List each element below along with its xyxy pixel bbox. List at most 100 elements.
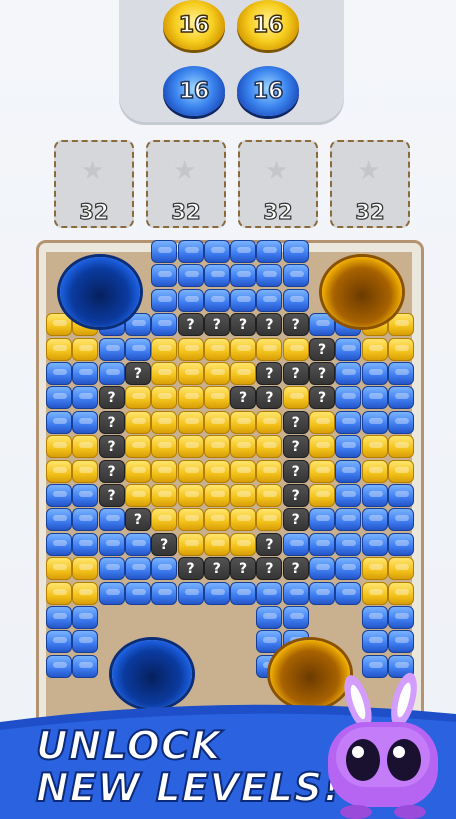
blue-block[interactable]: [151, 557, 178, 581]
mystery-block[interactable]: ?: [177, 557, 204, 581]
blue-block[interactable]: [335, 410, 362, 434]
blue-block[interactable]: [387, 630, 414, 654]
blue-block[interactable]: [98, 557, 125, 581]
blue-block[interactable]: [335, 362, 362, 385]
yellow-block[interactable]: [387, 337, 414, 361]
blue-block[interactable]: [387, 484, 414, 507]
yellow-block[interactable]: [177, 410, 204, 434]
yellow-block[interactable]: [177, 337, 204, 361]
blue-block[interactable]: [361, 630, 388, 654]
mystery-block[interactable]: ?: [151, 532, 178, 556]
blue-block[interactable]: [177, 240, 204, 263]
blue-block[interactable]: [282, 532, 309, 556]
empty-slot-4[interactable]: ★ 32: [330, 140, 410, 228]
mystery-block[interactable]: ?: [309, 337, 335, 361]
yellow-block[interactable]: [230, 484, 257, 507]
blue-block[interactable]: [72, 386, 99, 410]
yellow-block[interactable]: [177, 532, 204, 556]
yellow-block[interactable]: [230, 532, 257, 556]
blue-block[interactable]: [203, 288, 230, 312]
blue-block[interactable]: [309, 532, 335, 556]
mystery-block[interactable]: ?: [309, 362, 335, 385]
yellow-block[interactable]: [46, 435, 72, 459]
blue-block[interactable]: [335, 386, 362, 410]
blue-block[interactable]: [282, 240, 309, 263]
blue-block[interactable]: [98, 337, 125, 361]
yellow-block[interactable]: [387, 313, 414, 337]
yellow-block[interactable]: [203, 410, 230, 434]
blue-block[interactable]: [361, 362, 388, 385]
mystery-block[interactable]: ?: [203, 313, 230, 337]
blue-block[interactable]: [282, 606, 309, 629]
yellow-block[interactable]: [361, 557, 388, 581]
blue-block[interactable]: [335, 532, 362, 556]
yellow-block[interactable]: [203, 532, 230, 556]
blue-block[interactable]: [309, 508, 335, 532]
yellow-block[interactable]: [230, 435, 257, 459]
empty-slot-2[interactable]: ★ 32: [146, 140, 226, 228]
blue-block[interactable]: [46, 606, 72, 629]
mystery-block[interactable]: ?: [230, 386, 257, 410]
yellow-block[interactable]: [124, 459, 151, 483]
blue-block[interactable]: [203, 581, 230, 605]
yellow-block[interactable]: [361, 337, 388, 361]
yellow-block[interactable]: [256, 410, 283, 434]
yellow-block[interactable]: [361, 581, 388, 605]
blue-block[interactable]: [124, 557, 151, 581]
blue-block[interactable]: [46, 386, 72, 410]
yellow-block[interactable]: [46, 313, 72, 337]
blue-block[interactable]: [335, 337, 362, 361]
mystery-block[interactable]: ?: [282, 459, 309, 483]
yellow-block[interactable]: [177, 386, 204, 410]
yellow-block[interactable]: [361, 459, 388, 483]
yellow-block[interactable]: [230, 337, 257, 361]
mystery-block[interactable]: ?: [230, 313, 257, 337]
blue-block[interactable]: [98, 532, 125, 556]
blue-block[interactable]: [46, 484, 72, 507]
blue-block[interactable]: [256, 240, 283, 263]
yellow-block[interactable]: [309, 459, 335, 483]
blue-block[interactable]: [387, 386, 414, 410]
blue-block[interactable]: [203, 240, 230, 263]
mystery-block[interactable]: ?: [98, 435, 125, 459]
yellow-block[interactable]: [151, 435, 178, 459]
blue-block[interactable]: [151, 264, 178, 288]
yellow-block[interactable]: [177, 362, 204, 385]
blue-block[interactable]: [124, 581, 151, 605]
blue-block[interactable]: [98, 508, 125, 532]
blue-hole-bottom[interactable]: [112, 640, 192, 708]
empty-slot-1[interactable]: ★ 32: [54, 140, 134, 228]
blue-block[interactable]: [361, 532, 388, 556]
blue-block[interactable]: [387, 508, 414, 532]
blue-block[interactable]: [98, 362, 125, 385]
yellow-block[interactable]: [72, 557, 99, 581]
blue-block[interactable]: [387, 532, 414, 556]
mystery-block[interactable]: ?: [282, 313, 309, 337]
yellow-block[interactable]: [203, 337, 230, 361]
blue-block[interactable]: [387, 362, 414, 385]
yellow-block[interactable]: [177, 484, 204, 507]
blue-block[interactable]: [335, 484, 362, 507]
yellow-block[interactable]: [203, 386, 230, 410]
yellow-block[interactable]: [72, 459, 99, 483]
mystery-block[interactable]: ?: [98, 386, 125, 410]
blue-block[interactable]: [72, 630, 99, 654]
blue-block[interactable]: [124, 337, 151, 361]
yellow-block[interactable]: [151, 508, 178, 532]
yellow-block[interactable]: [230, 459, 257, 483]
yellow-block[interactable]: [256, 484, 283, 507]
blue-block[interactable]: [72, 654, 99, 678]
mystery-block[interactable]: ?: [282, 435, 309, 459]
yellow-block[interactable]: [151, 337, 178, 361]
yellow-block[interactable]: [230, 362, 257, 385]
yellow-block[interactable]: [282, 337, 309, 361]
yellow-block[interactable]: [72, 337, 99, 361]
blue-block[interactable]: [151, 581, 178, 605]
blue-block[interactable]: [177, 288, 204, 312]
yellow-block[interactable]: [387, 581, 414, 605]
yellow-block[interactable]: [151, 386, 178, 410]
yellow-block[interactable]: [309, 484, 335, 507]
mystery-block[interactable]: ?: [124, 508, 151, 532]
yellow-block[interactable]: [387, 459, 414, 483]
mystery-block[interactable]: ?: [282, 410, 309, 434]
